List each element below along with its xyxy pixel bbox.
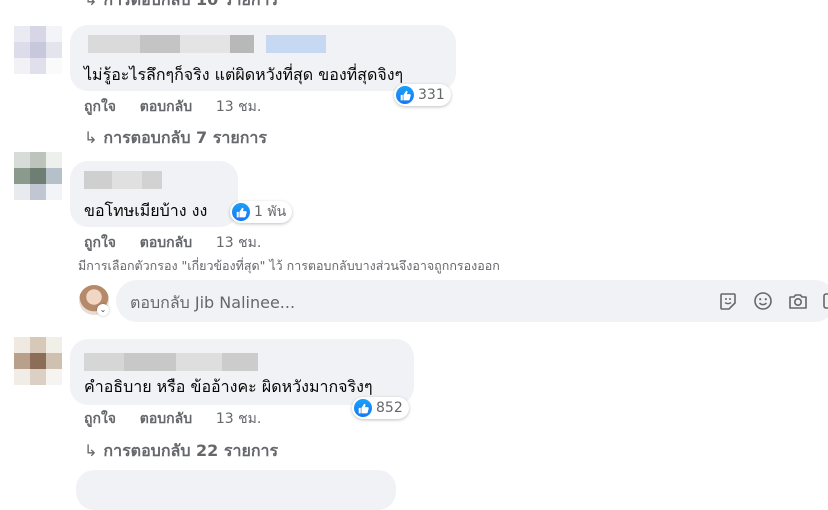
- gif-icon[interactable]: [822, 291, 828, 311]
- reply-button[interactable]: ตอบกลับ: [140, 411, 192, 427]
- comment-actions: ถูกใจ ตอบกลับ 13 ชม.: [84, 96, 261, 118]
- filter-notice: มีการเลือกตัวกรอง "เกี่ยวข้องที่สุด" ไว้…: [78, 258, 500, 273]
- reaction-count[interactable]: 331: [394, 84, 451, 106]
- like-icon: [232, 203, 250, 221]
- comment-bubble-partial: [76, 470, 396, 510]
- reply-arrow-icon: ↳: [84, 441, 98, 460]
- comment-text: ขอโทษเมียบ้าง งง: [84, 201, 208, 220]
- comment-bubble: ขอโทษเมียบ้าง งง: [70, 161, 238, 227]
- like-icon: [396, 86, 414, 104]
- like-button[interactable]: ถูกใจ: [84, 411, 116, 427]
- comment-bubble: ไม่รู้อะไรลึกๆก็จริง แต่ผิดหวังที่สุด ขอ…: [70, 25, 456, 91]
- emoji-icon[interactable]: [753, 291, 773, 311]
- comment-bubble: คำอธิบาย หรือ ข้ออ้างคะ ผิดหวังมากจริงๆ: [70, 339, 414, 405]
- comment-actions: ถูกใจ ตอบกลับ 13 ชม.: [84, 232, 261, 254]
- timestamp[interactable]: 13 ชม.: [216, 411, 261, 427]
- reply-arrow-icon: ↳: [84, 128, 98, 147]
- comment-text: ไม่รู้อะไรลึกๆก็จริง แต่ผิดหวังที่สุด ขอ…: [84, 65, 404, 84]
- reaction-count[interactable]: 1 พัน: [230, 201, 293, 223]
- reply-button[interactable]: ตอบกลับ: [140, 235, 192, 251]
- avatar[interactable]: [14, 337, 62, 385]
- commenter-name[interactable]: [84, 353, 258, 371]
- reply-arrow-icon: ↳: [84, 0, 97, 9]
- view-replies-link[interactable]: ↳ การตอบกลับ 7 รายการ: [84, 126, 267, 151]
- replies-link-partial[interactable]: ↳การตอบกลับ 10 รายการ: [84, 0, 278, 13]
- commenter-name[interactable]: [88, 35, 326, 53]
- sticker-icon[interactable]: [718, 291, 738, 311]
- avatar-menu-chevron-icon[interactable]: ⌄: [97, 304, 109, 316]
- comment-text: คำอธิบาย หรือ ข้ออ้างคะ ผิดหวังมากจริงๆ: [84, 377, 373, 396]
- like-icon: [354, 399, 372, 417]
- reply-input[interactable]: ตอบกลับ Jib Nalinee...: [130, 291, 295, 316]
- timestamp[interactable]: 13 ชม.: [216, 99, 261, 115]
- comment-actions: ถูกใจ ตอบกลับ 13 ชม.: [84, 408, 261, 430]
- commenter-name[interactable]: [84, 171, 162, 189]
- like-button[interactable]: ถูกใจ: [84, 235, 116, 251]
- avatar[interactable]: [14, 152, 62, 200]
- reaction-count[interactable]: 852: [352, 397, 409, 419]
- view-replies-link[interactable]: ↳ การตอบกลับ 22 รายการ: [84, 439, 278, 464]
- reply-button[interactable]: ตอบกลับ: [140, 99, 192, 115]
- like-button[interactable]: ถูกใจ: [84, 99, 116, 115]
- camera-icon[interactable]: [788, 291, 808, 311]
- reply-composer[interactable]: ตอบกลับ Jib Nalinee...: [116, 280, 828, 322]
- avatar[interactable]: [14, 26, 62, 74]
- timestamp[interactable]: 13 ชม.: [216, 235, 261, 251]
